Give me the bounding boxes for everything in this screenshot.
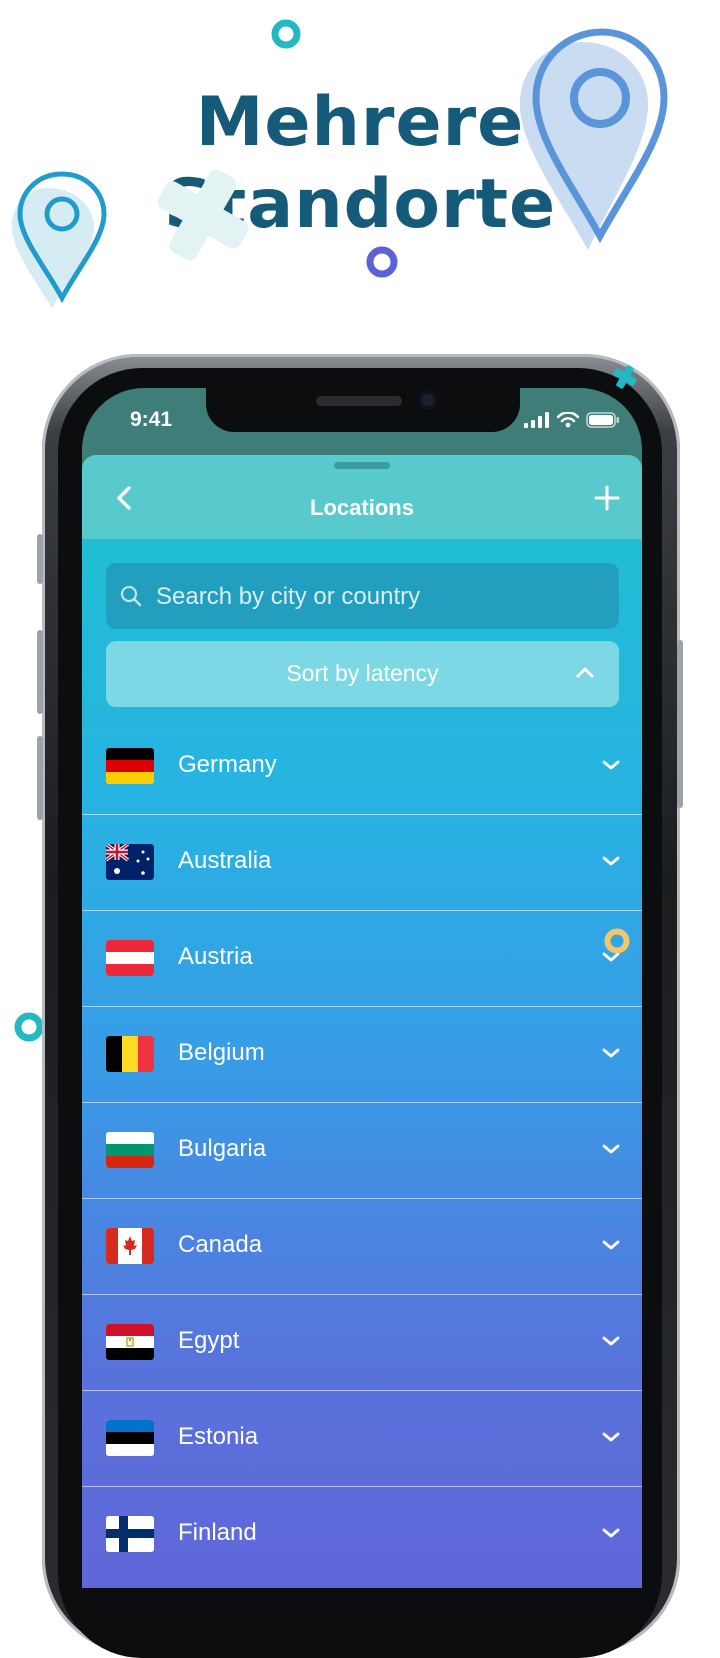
chevron-down-icon[interactable] (602, 1047, 620, 1059)
chevron-down-icon[interactable] (602, 1335, 620, 1347)
estonia-flag-icon (106, 1420, 154, 1456)
canada-flag-icon (106, 1228, 154, 1264)
wifi-icon (557, 412, 579, 428)
phone-volume-up (37, 630, 43, 714)
list-item[interactable]: Canada (82, 1199, 642, 1295)
page-title: Locations (310, 495, 414, 520)
list-item[interactable]: Germany (82, 719, 642, 815)
list-item[interactable]: Austria (82, 911, 642, 1007)
list-item[interactable]: Belgium (82, 1007, 642, 1103)
status-time: 9:41 (130, 408, 173, 431)
ring-teal-decoration (271, 19, 301, 49)
phone-silent-switch (37, 534, 43, 584)
country-name: Austria (178, 943, 253, 970)
chevron-down-icon[interactable] (602, 1527, 620, 1539)
chevron-down-icon[interactable] (602, 759, 620, 771)
bulgaria-flag-icon (106, 1132, 154, 1168)
chevron-down-icon[interactable] (602, 1431, 620, 1443)
speaker-grille (316, 396, 402, 406)
country-name: Bulgaria (178, 1135, 267, 1162)
list-item[interactable]: Estonia (82, 1391, 642, 1487)
ring-yellow-decoration (604, 928, 630, 954)
country-name: Estonia (178, 1423, 259, 1450)
country-name: Belgium (178, 1039, 265, 1066)
phone-volume-down (37, 736, 43, 820)
map-pin-right-icon (519, 28, 668, 250)
egypt-flag-icon (106, 1324, 154, 1360)
sheet-grabber[interactable] (334, 462, 390, 469)
finland-flag-icon (106, 1516, 154, 1552)
germany-flag-icon (106, 748, 154, 784)
country-name: Canada (178, 1231, 263, 1258)
country-name: Germany (178, 751, 277, 778)
chevron-down-icon[interactable] (602, 1143, 620, 1155)
cross-teal-decoration (613, 365, 637, 389)
chevron-down-icon[interactable] (602, 855, 620, 867)
chevron-up-icon (576, 667, 594, 678)
plus-icon[interactable] (592, 483, 622, 513)
country-name: Australia (178, 847, 272, 874)
phone-screen: 9:41 Locations Search by city or country… (82, 388, 642, 1588)
list-item[interactable]: Australia (82, 815, 642, 911)
map-pin-left-icon (11, 171, 107, 308)
cross-faint-decoration (157, 169, 249, 261)
sort-label: Sort by latency (286, 660, 439, 686)
list-item[interactable]: Egypt (82, 1295, 642, 1391)
chevron-down-icon[interactable] (602, 1239, 620, 1251)
phone-power-button (677, 640, 683, 808)
country-list: Germany Australia Austria Belgium Bulgar… (82, 719, 642, 1582)
ring-purple-decoration (366, 246, 398, 278)
belgium-flag-icon (106, 1036, 154, 1072)
front-camera (418, 390, 438, 410)
search-input[interactable] (154, 563, 598, 631)
sort-dropdown[interactable]: Sort by latency (106, 641, 619, 707)
phone-notch (206, 388, 520, 432)
list-item[interactable]: Bulgaria (82, 1103, 642, 1199)
australia-flag-icon (106, 844, 154, 880)
battery-icon (586, 412, 619, 428)
cellular-signal-icon (524, 412, 549, 428)
ring-teal-left-decoration (14, 1012, 44, 1042)
country-name: Egypt (178, 1327, 240, 1354)
status-icons (524, 412, 620, 428)
austria-flag-icon (106, 940, 154, 976)
country-name: Finland (178, 1519, 257, 1546)
search-bar[interactable] (106, 563, 619, 631)
search-icon (120, 585, 142, 607)
list-item[interactable]: Finland (82, 1487, 642, 1582)
locations-sheet: Locations Sort by latency (82, 455, 642, 1588)
sheet-header: Locations (82, 455, 642, 539)
